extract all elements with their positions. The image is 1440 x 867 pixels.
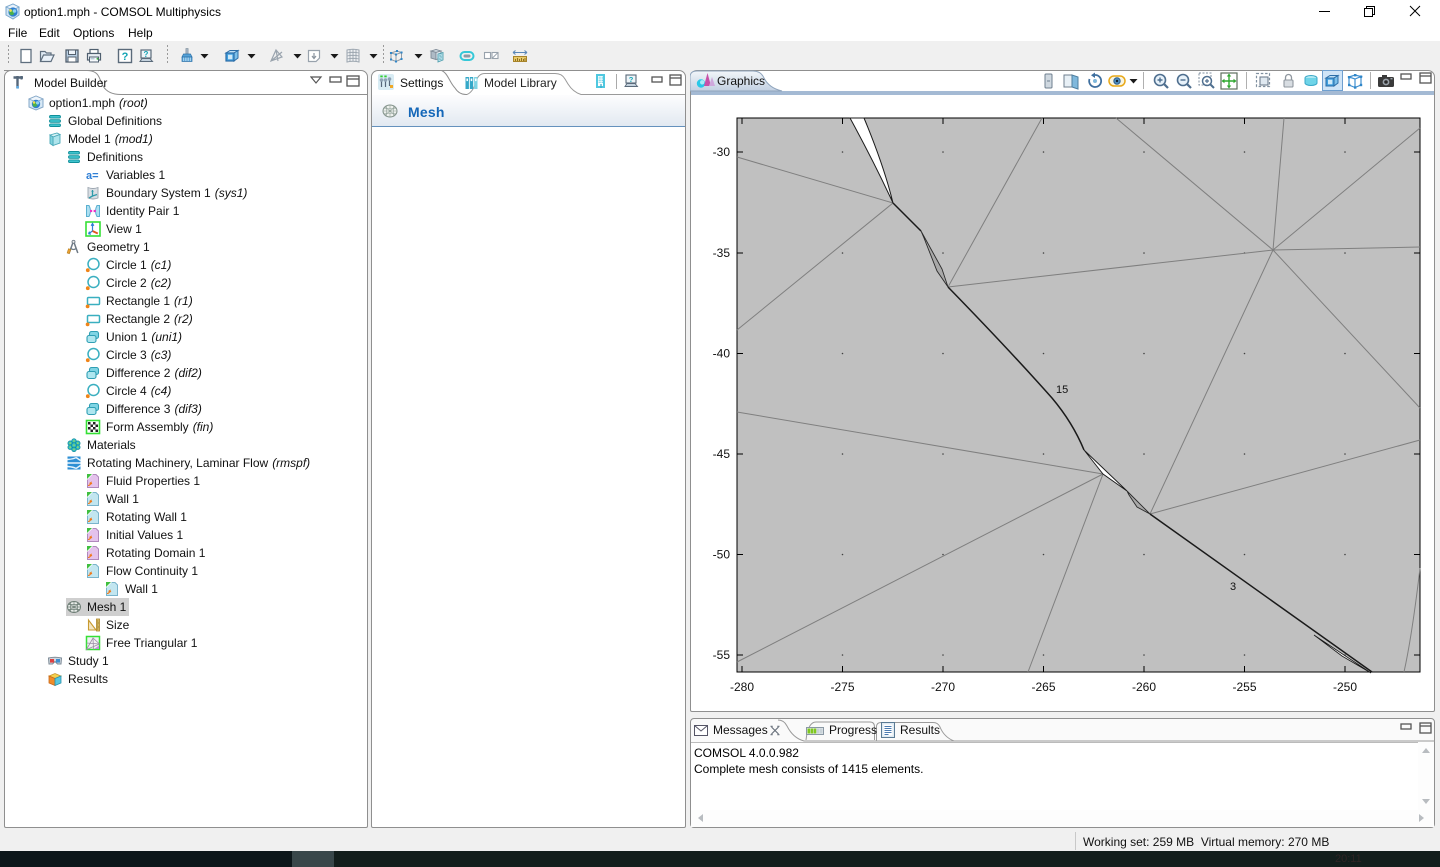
svg-text:-260: -260 [1132,680,1156,694]
svg-text:-255: -255 [1232,680,1256,694]
svg-text:-35: -35 [713,246,731,260]
svg-text:-30: -30 [713,145,731,159]
svg-text:?: ? [629,75,634,84]
svg-text:?: ? [144,50,149,59]
svg-text:-280: -280 [730,680,754,694]
svg-text:-275: -275 [830,680,854,694]
svg-text:?: ? [122,51,129,63]
svg-text:-50: -50 [713,548,731,562]
svg-text:-265: -265 [1031,680,1055,694]
svg-text:-270: -270 [931,680,955,694]
svg-text:-55: -55 [713,648,731,662]
svg-text:15: 15 [1056,384,1068,396]
svg-text:-250: -250 [1333,680,1357,694]
svg-text:-45: -45 [713,447,731,461]
svg-text:-40: -40 [713,347,731,361]
svg-text:3: 3 [1230,581,1236,593]
svg-text:a=: a= [86,170,99,182]
